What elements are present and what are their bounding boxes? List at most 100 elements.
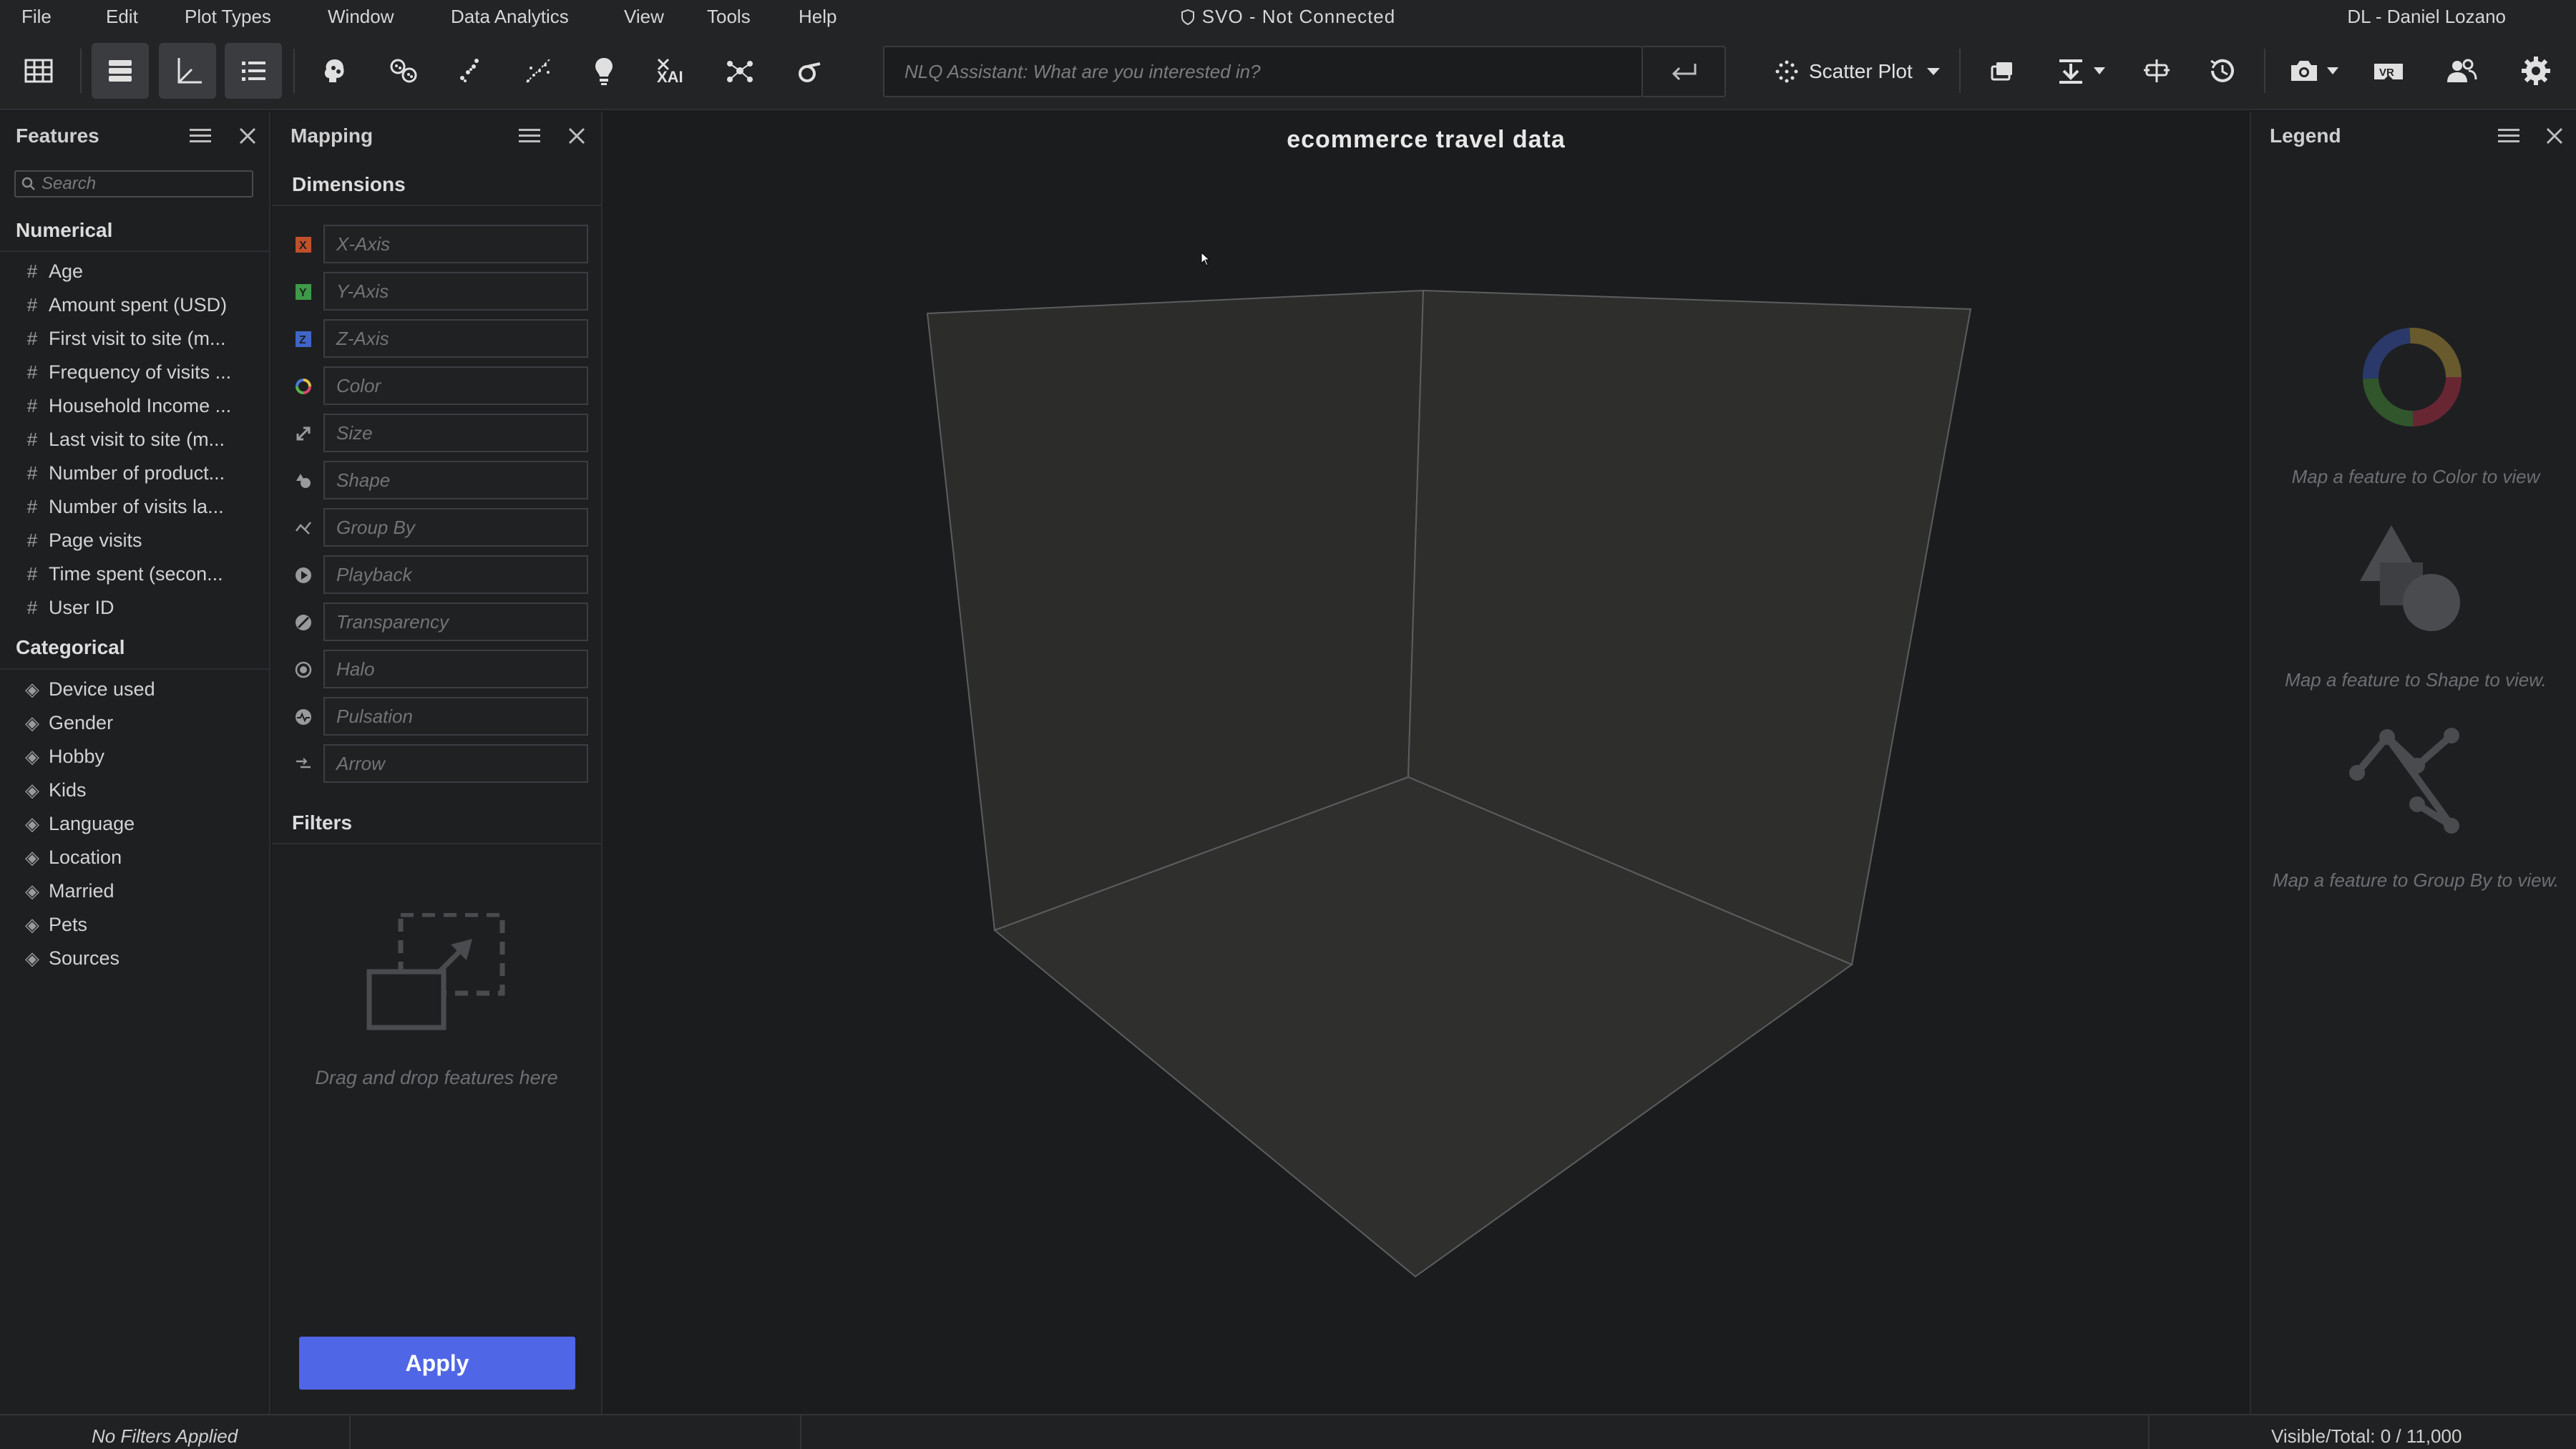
layers-button[interactable] <box>1974 43 2031 99</box>
color-drop-field[interactable]: Color <box>323 366 588 405</box>
menu-data-analytics[interactable]: Data Analytics <box>451 6 569 28</box>
status-divider <box>349 1415 351 1449</box>
mapping-panel-toggle[interactable] <box>159 43 216 99</box>
group-by-icon <box>293 518 313 538</box>
feature-item[interactable]: ◈ Sources <box>24 946 260 970</box>
shapes-icon <box>293 471 313 491</box>
mapping-panel: Mapping Dimensions X X-Axis Y Y-Axis Z Z… <box>272 112 602 1414</box>
numeric-hash-icon: # <box>26 260 38 282</box>
menu-edit[interactable]: Edit <box>106 6 138 28</box>
menu-window[interactable]: Window <box>328 6 394 28</box>
legend-menu-button[interactable] <box>2496 123 2522 149</box>
insights-button[interactable] <box>575 43 633 99</box>
features-panel-toggle[interactable] <box>92 43 149 99</box>
collaborators-button[interactable] <box>2433 43 2490 99</box>
numeric-hash-icon: # <box>26 361 38 383</box>
network-button[interactable] <box>711 43 769 99</box>
tag-icon: ◈ <box>25 678 39 700</box>
feature-label: First visit to site (m... <box>49 328 226 349</box>
xai-button[interactable]: XAI <box>643 43 700 99</box>
feature-item[interactable]: # First visit to site (m... <box>24 326 260 351</box>
feature-item[interactable]: # Last visit to site (m... <box>24 427 260 452</box>
filters-drop-zone[interactable]: Drag and drop features here <box>272 841 601 1089</box>
mapping-panel-title: Mapping <box>291 125 374 147</box>
menu-tools[interactable]: Tools <box>707 6 751 28</box>
feature-item[interactable]: ◈ Hobby <box>24 744 260 769</box>
feature-item[interactable]: # Amount spent (USD) <box>24 293 260 317</box>
menu-help[interactable]: Help <box>799 6 836 28</box>
apply-button[interactable]: Apply <box>299 1337 575 1390</box>
legend-close-button[interactable] <box>2542 123 2567 149</box>
size-drop-field[interactable]: Size <box>323 414 588 452</box>
x-axis-drop-field[interactable]: X-Axis <box>323 225 588 263</box>
svg-text:Y: Y <box>299 287 307 299</box>
plot-canvas[interactable]: ecommerce travel data <box>604 112 2248 1414</box>
nlq-submit-button[interactable] <box>1643 46 1726 97</box>
statistics-button[interactable] <box>780 43 837 99</box>
feature-label: Number of visits la... <box>49 496 224 517</box>
network-icon <box>727 61 753 82</box>
settings-button[interactable] <box>2507 43 2565 99</box>
feature-item[interactable]: ◈ Kids <box>24 778 260 802</box>
dimensions-title: Dimensions <box>292 173 406 195</box>
menu-plot-types[interactable]: Plot Types <box>185 6 271 28</box>
y-axis-icon: Y <box>293 282 313 302</box>
feature-item[interactable]: # Age <box>24 259 260 283</box>
y-axis-drop-field[interactable]: Y-Axis <box>323 272 588 311</box>
status-divider <box>800 1415 801 1449</box>
feature-item[interactable]: ◈ Pets <box>24 912 260 937</box>
feature-item[interactable]: # Page visits <box>24 528 260 552</box>
features-panel-title: Features <box>16 125 99 147</box>
pulsation-drop-field[interactable]: Pulsation <box>323 697 588 736</box>
import-dropdown-button[interactable] <box>2041 43 2119 99</box>
feature-item[interactable]: ◈ Location <box>24 845 260 869</box>
dimension-size: Size <box>272 414 601 455</box>
x-axis-icon: X <box>293 235 313 255</box>
feature-item[interactable]: # Time spent (secon... <box>24 562 260 586</box>
feature-item[interactable]: ◈ Married <box>24 879 260 903</box>
playback-drop-field[interactable]: Playback <box>323 555 588 594</box>
features-close-button[interactable] <box>235 123 260 149</box>
halo-drop-field[interactable]: Halo <box>323 650 588 688</box>
anomaly-button[interactable] <box>509 43 567 99</box>
feature-item[interactable]: # Household Income ... <box>24 394 260 418</box>
feature-item[interactable]: # Number of product... <box>24 461 260 485</box>
vr-button[interactable]: VR <box>2360 43 2417 99</box>
group-by-drop-field[interactable]: Group By <box>323 508 588 547</box>
table-view-button[interactable] <box>10 43 67 99</box>
clusters-button[interactable] <box>375 43 432 99</box>
menu-view[interactable]: View <box>624 6 664 28</box>
dimension-y-axis: Y Y-Axis <box>272 272 601 313</box>
feature-item[interactable]: # User ID <box>24 595 260 620</box>
mapping-close-button[interactable] <box>564 123 590 149</box>
history-button[interactable] <box>2194 43 2251 99</box>
xai-icon: XAI <box>657 58 683 86</box>
sync-button[interactable] <box>2128 43 2185 99</box>
ai-assistant-button[interactable] <box>306 43 364 99</box>
feature-item[interactable]: # Number of visits la... <box>24 494 260 519</box>
features-search-input[interactable]: Search <box>14 170 253 197</box>
plot-type-dropdown[interactable]: Scatter Plot <box>1773 53 1941 90</box>
status-divider <box>2148 1415 2150 1449</box>
feature-item[interactable]: # Frequency of visits ... <box>24 360 260 384</box>
svg-text:X: X <box>299 240 307 252</box>
arrow-drop-field[interactable]: Arrow <box>323 744 588 783</box>
nlq-assistant-input[interactable] <box>883 46 1643 97</box>
feature-item[interactable]: ◈ Language <box>24 811 260 836</box>
screenshot-dropdown-button[interactable] <box>2275 43 2351 99</box>
scatter-analysis-button[interactable] <box>441 43 498 99</box>
camera-icon <box>2291 61 2317 81</box>
categorical-section-title: Categorical <box>16 636 125 658</box>
feature-item[interactable]: ◈ Device used <box>24 677 260 701</box>
mapping-menu-button[interactable] <box>517 123 542 149</box>
feature-item[interactable]: ◈ Gender <box>24 711 260 735</box>
transparency-drop-field[interactable]: Transparency <box>323 602 588 641</box>
z-axis-drop-field[interactable]: Z-Axis <box>323 319 588 358</box>
menu-file[interactable]: File <box>21 6 52 28</box>
legend-panel-toggle[interactable] <box>225 43 282 99</box>
history-icon <box>2210 59 2234 82</box>
shape-drop-field[interactable]: Shape <box>323 461 588 499</box>
user-name[interactable]: DL - Daniel Lozano <box>2347 6 2506 28</box>
features-menu-button[interactable] <box>187 123 213 149</box>
close-icon <box>568 127 585 145</box>
